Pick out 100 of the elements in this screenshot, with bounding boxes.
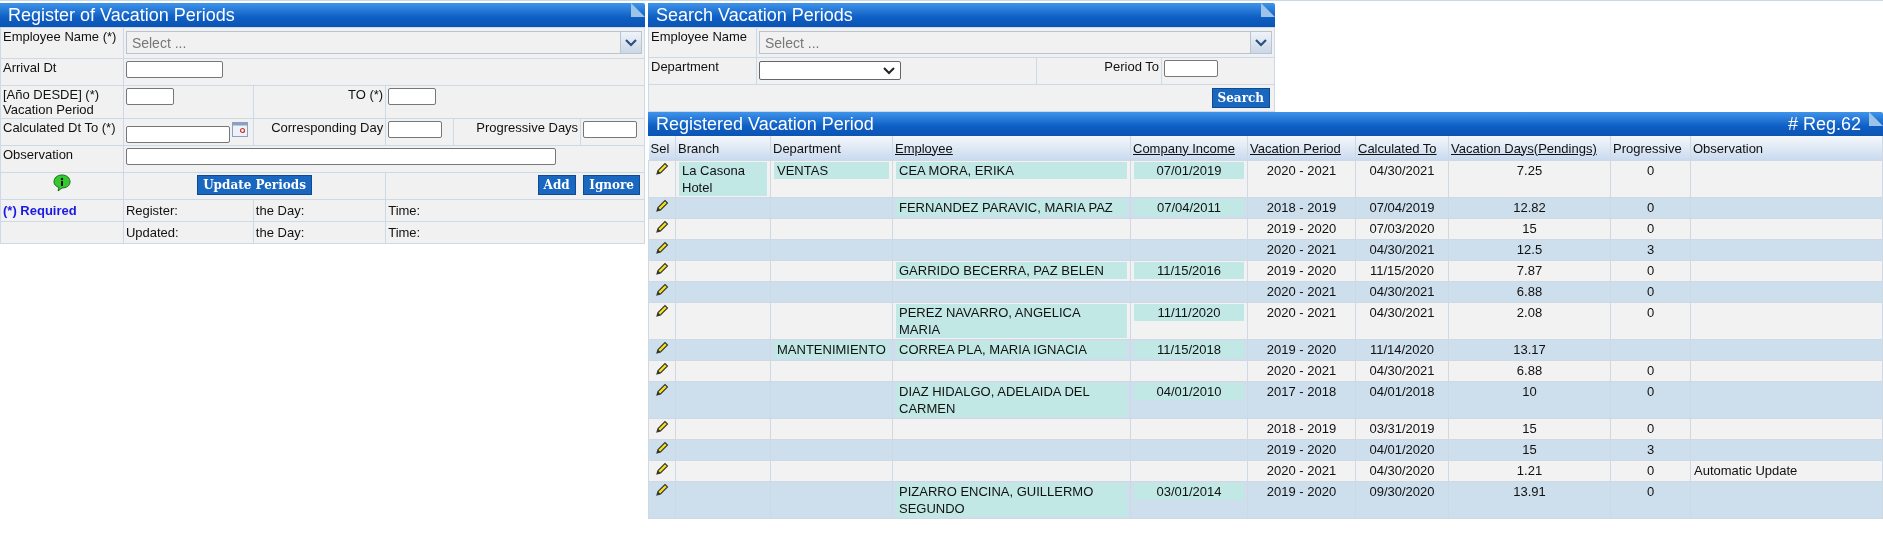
employee-cell: DIAZ HIDALGO, ADELAIDA DEL CARMEN (896, 383, 1127, 417)
progressive-cell-text: 0 (1645, 199, 1656, 216)
observation-cell-text: Automatic Update (1694, 462, 1799, 479)
panel-title: Registered Vacation Period (656, 113, 874, 135)
add-button[interactable]: Add (537, 175, 576, 195)
period-cell-text: 2019 - 2020 (1265, 220, 1338, 237)
column-header: Sel (650, 140, 670, 156)
period-cell-text: 2019 - 2020 (1265, 262, 1338, 279)
date-cell-text: 04/30/2021 (1368, 362, 1436, 379)
audit-label: Time: (388, 225, 421, 240)
panel-title: Register of Vacation Periods (8, 4, 235, 26)
period-cell-text: 2020 - 2021 (1265, 162, 1338, 179)
audit-label: Time: (388, 203, 421, 218)
period-cell-text: 2020 - 2021 (1265, 241, 1338, 258)
audit-label: the Day: (255, 203, 305, 218)
search-button[interactable]: Search (1211, 88, 1270, 108)
record-count: # Reg.62 (1787, 113, 1861, 135)
audit-label: Updated: (125, 225, 179, 240)
required-note: (*) Required (3, 203, 77, 218)
date-cell-text: 07/03/2020 (1368, 220, 1436, 237)
field-label: Period To (1104, 59, 1159, 74)
period-cell-text: 2020 - 2021 (1265, 283, 1338, 300)
date-cell-text: 11/14/2020 (1368, 341, 1436, 358)
field-label: Calculated Dt To (*) (3, 120, 116, 135)
ignore-button[interactable]: Ignore (583, 175, 640, 195)
days-cell-text: 2.08 (1515, 304, 1544, 321)
field-label: Employee Name (*) (3, 29, 117, 44)
progressive-cell-text: 3 (1645, 441, 1656, 458)
panel-title: Search Vacation Periods (656, 4, 853, 26)
date-cell-text: 04/30/2021 (1368, 162, 1436, 179)
employee-cell: FERNANDEZ PARAVIC, MARIA PAZ (896, 199, 1127, 216)
progressive-cell-text: 3 (1645, 241, 1656, 258)
field-label: Department (651, 59, 719, 74)
period-cell-text: 2020 - 2021 (1265, 362, 1338, 379)
days-cell-text: 6.88 (1515, 362, 1544, 379)
progressive-cell-text: 0 (1645, 462, 1656, 479)
progressive-cell-text: 0 (1645, 283, 1656, 300)
date-cell-text: 04/01/2020 (1368, 441, 1436, 458)
income-cell: 11/11/2020 (1134, 304, 1244, 321)
income-cell: 11/15/2018 (1134, 341, 1244, 358)
column-header: Department (773, 140, 841, 156)
date-cell-text: 11/15/2020 (1368, 262, 1436, 279)
field-label: Corresponding Day (271, 120, 384, 135)
employee-cell: PEREZ NAVARRO, ANGELICA MARIA (896, 304, 1127, 338)
progressive-cell-text: 0 (1645, 220, 1656, 237)
field-label: Arrival Dt (3, 60, 57, 75)
column-header: Progressive (1613, 140, 1682, 156)
employee-cell: GARRIDO BECERRA, PAZ BELEN (896, 262, 1127, 279)
period-cell-text: 2019 - 2020 (1265, 441, 1338, 458)
period-cell-text: 2018 - 2019 (1265, 199, 1338, 216)
period-cell-text: 2017 - 2018 (1265, 383, 1338, 400)
days-cell-text: 15 (1521, 441, 1538, 458)
days-cell-text: 7.25 (1515, 162, 1544, 179)
period-cell-text: 2020 - 2021 (1265, 304, 1338, 321)
date-cell-text: 09/30/2020 (1368, 483, 1436, 500)
days-cell-text: 15 (1521, 220, 1538, 237)
progressive-cell-text: 0 (1645, 262, 1656, 279)
days-cell-text: 13.17 (1512, 341, 1547, 358)
employee-cell: CORREA PLA, MARIA IGNACIA (896, 341, 1127, 358)
progressive-cell-text: 0 (1645, 383, 1656, 400)
branch-cell: La Casona Hotel (679, 162, 767, 196)
income-cell: 11/15/2016 (1134, 262, 1244, 279)
department-cell: MANTENIMIENTO (774, 341, 889, 358)
progressive-cell-text: 0 (1645, 304, 1656, 321)
progressive-cell-text: 0 (1645, 162, 1656, 179)
days-cell-text: 12.82 (1512, 199, 1547, 216)
days-cell-text: 15 (1521, 420, 1538, 437)
column-header: Observation (1693, 140, 1764, 156)
days-cell-text: 13.91 (1512, 483, 1547, 500)
income-cell: 04/01/2010 (1134, 383, 1244, 400)
progressive-cell-text: 0 (1645, 362, 1656, 379)
period-cell-text: 2020 - 2021 (1265, 462, 1338, 479)
employee-select[interactable]: Select ... (759, 31, 1250, 54)
period-cell-text: 2018 - 2019 (1265, 420, 1338, 437)
field-label: Progressive Days (476, 120, 579, 135)
date-cell-text: 03/31/2019 (1368, 420, 1436, 437)
progressive-cell-text: 0 (1645, 420, 1656, 437)
days-cell-text: 1.21 (1515, 462, 1544, 479)
field-label: Employee Name (651, 29, 748, 44)
update-periods-button[interactable]: Update Periods (197, 175, 312, 195)
column-header: Branch (678, 140, 720, 156)
days-cell-text: 6.88 (1515, 283, 1544, 300)
field-label: Observation (3, 147, 74, 162)
period-cell-text: 2019 - 2020 (1265, 483, 1338, 500)
employee-select[interactable]: Select ... (125, 31, 620, 54)
date-cell-text: 04/30/2020 (1368, 462, 1436, 479)
field-label: [Año DESDE] (*) Vacation Period (3, 87, 100, 117)
days-cell-text: 12.5 (1515, 241, 1544, 258)
date-cell-text: 04/30/2021 (1368, 241, 1436, 258)
audit-label: Register: (125, 203, 178, 218)
days-cell-text: 7.87 (1515, 262, 1544, 279)
date-cell-text: 04/30/2021 (1368, 283, 1436, 300)
income-cell: 07/04/2011 (1134, 199, 1244, 216)
sort-header[interactable]: Employee (895, 140, 953, 156)
days-cell-text: 10 (1521, 383, 1538, 400)
date-cell-text: 07/04/2019 (1368, 199, 1436, 216)
employee-cell: PIZARRO ENCINA, GUILLERMO SEGUNDO (896, 483, 1127, 517)
date-cell-text: 04/30/2021 (1368, 304, 1436, 321)
income-cell: 07/01/2019 (1134, 162, 1244, 179)
field-label: TO (*) (348, 87, 384, 102)
